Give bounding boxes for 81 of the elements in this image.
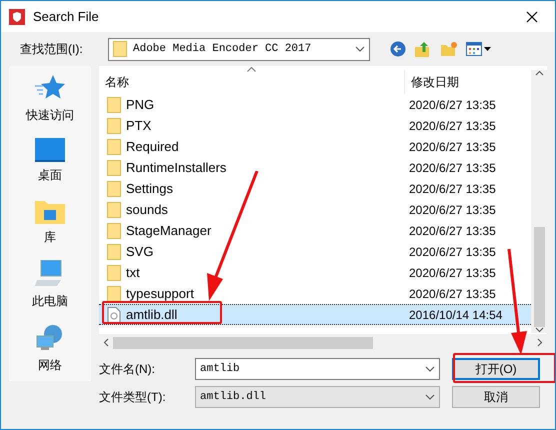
file-row[interactable]: StageManager 2020/6/27 13:35: [99, 220, 531, 241]
file-name: RuntimeInstallers: [126, 158, 226, 177]
file-name: amtlib.dll: [126, 306, 178, 324]
file-row[interactable]: PTX 2020/6/27 13:35: [99, 115, 531, 136]
scroll-right-icon[interactable]: [537, 338, 543, 347]
folder-icon: [107, 160, 121, 176]
file-name: PNG: [126, 96, 154, 114]
file-name: txt: [126, 264, 140, 282]
file-name-field[interactable]: amtlib: [195, 358, 440, 380]
sort-caret-icon: [247, 67, 256, 72]
modified-date: 2020/6/27 13:35: [408, 244, 496, 260]
modified-date: 2020/6/27 13:35: [408, 222, 496, 240]
view-menu-button[interactable]: [466, 42, 491, 56]
file-row[interactable]: SVG 2020/6/27 13:35: [99, 241, 531, 262]
file-row[interactable]: sounds 2020/6/27 13:35: [99, 199, 531, 220]
modified-date: 2020/6/27 13:35: [408, 202, 496, 218]
scroll-up-icon[interactable]: [534, 70, 544, 76]
file-name: SVG: [126, 242, 154, 261]
look-in-dropdown[interactable]: Adobe Media Encoder CC 2017: [108, 38, 370, 60]
file-row[interactable]: amtlib.dll 2016/10/14 14:54: [99, 304, 531, 325]
folder-icon: [107, 180, 121, 196]
file-row[interactable]: typesupport 2020/6/27 13:35: [99, 283, 531, 304]
places-item[interactable]: 网络: [12, 324, 88, 374]
places-item[interactable]: 桌面: [12, 138, 88, 184]
places-item[interactable]: 库: [12, 198, 88, 246]
scroll-left-icon[interactable]: [103, 338, 109, 347]
file-row[interactable]: Settings 2020/6/27 13:35: [99, 178, 531, 199]
field-label: 文件名(N):: [99, 361, 156, 378]
file-row[interactable]: PNG 2020/6/27 13:35: [99, 94, 531, 115]
close-icon: [526, 10, 538, 22]
folder-icon: [107, 118, 121, 134]
file-name: StageManager: [126, 222, 212, 240]
app-shield-icon: [9, 8, 25, 24]
column-header[interactable]: 名称: [99, 73, 404, 91]
places-item[interactable]: 此电脑: [12, 260, 88, 310]
folder-icon: [107, 96, 121, 112]
file-row[interactable]: RuntimeInstallers 2020/6/27 13:35: [99, 157, 531, 178]
scroll-thumb[interactable]: [113, 336, 373, 348]
folder-icon: [107, 222, 121, 238]
file-row[interactable]: txt 2020/6/27 13:35: [99, 262, 531, 283]
folder-icon: [107, 286, 121, 302]
folder-icon: [107, 244, 121, 260]
chevron-down-icon: [355, 46, 365, 52]
cancel-button[interactable]: 取消: [452, 386, 540, 408]
modified-date: 2020/6/27 13:35: [408, 118, 496, 134]
folder-icon: [113, 41, 127, 57]
file-name: sounds: [126, 200, 168, 219]
caret-down-icon: [484, 47, 491, 51]
file-name: PTX: [126, 116, 152, 135]
look-in-value: Adobe Media Encoder CC 2017: [133, 42, 312, 57]
library-folder-icon: [35, 198, 65, 224]
network-globe-icon: [35, 324, 65, 352]
modified-date: 2020/6/27 13:35: [408, 286, 496, 302]
field-label: 文件类型(T):: [99, 389, 167, 406]
file-type-dropdown[interactable]: amtlib.dll: [195, 386, 440, 408]
folder-icon: [107, 202, 121, 218]
chevron-down-icon: [425, 366, 435, 372]
vertical-scrollbar[interactable]: [531, 70, 547, 333]
modified-date: 2016/10/14 14:54: [408, 306, 502, 324]
file-icon: [107, 306, 121, 322]
folder-icon: [107, 264, 121, 280]
scroll-down-icon[interactable]: [534, 327, 544, 333]
up-folder-icon[interactable]: [414, 40, 432, 58]
file-name: typesupport: [126, 284, 194, 303]
look-in-label: 查找范围(I):: [20, 41, 84, 58]
desktop-icon: [35, 138, 65, 162]
modified-date: 2020/6/27 13:35: [408, 138, 496, 156]
view-grid-icon: [466, 42, 482, 56]
modified-date: 2020/6/27 13:35: [408, 160, 496, 176]
folder-icon: [107, 138, 121, 154]
chevron-down-icon: [425, 394, 435, 400]
file-name: Required: [126, 138, 179, 156]
modified-date: 2020/6/27 13:35: [408, 180, 496, 198]
modified-date: 2020/6/27 13:35: [408, 96, 496, 114]
places-item[interactable]: 快速访问: [12, 74, 88, 124]
window-title: Search File: [33, 8, 100, 26]
open-button[interactable]: 打开(O): [452, 358, 540, 380]
file-row[interactable]: Required 2020/6/27 13:35: [99, 136, 531, 157]
scroll-thumb[interactable]: [534, 227, 544, 327]
file-name: Settings: [126, 180, 173, 198]
modified-date: 2020/6/27 13:35: [408, 264, 496, 282]
